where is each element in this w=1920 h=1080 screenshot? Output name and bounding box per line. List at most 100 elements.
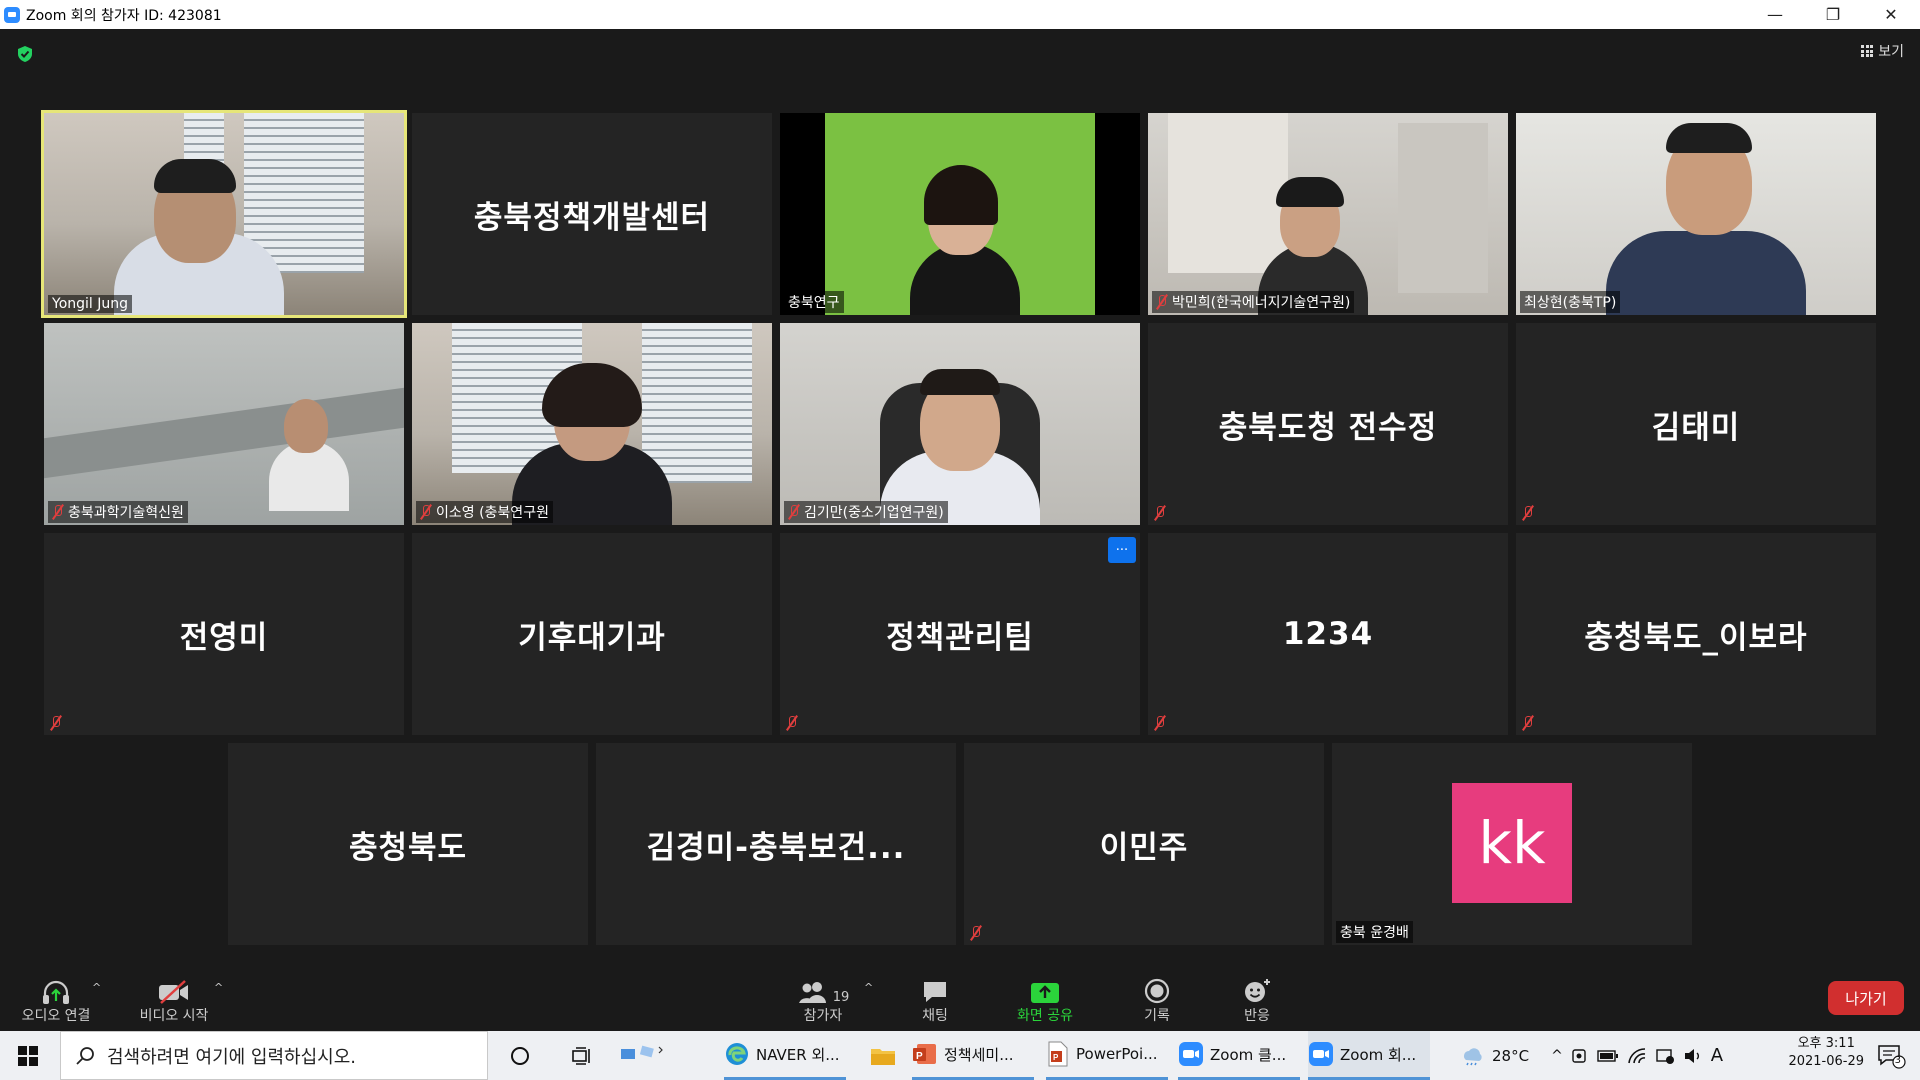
- participant-display-name: 충북도청 전수정: [1218, 409, 1438, 446]
- participant-tile[interactable]: 충북과학기술혁신원: [44, 323, 404, 525]
- mic-muted-icon: [788, 504, 800, 520]
- ime-indicator[interactable]: A: [1711, 1045, 1723, 1066]
- participant-display-name: 충청북도_이보라: [1584, 619, 1808, 656]
- meeting-area: 보기 Yongil Jung 충북정책개발센터 충북연구 박민희(한국에너지기술…: [0, 29, 1920, 969]
- tray-overflow-icon[interactable]: ^: [1551, 1048, 1563, 1064]
- participant-display-name: 이민주: [1099, 829, 1189, 866]
- participant-tile[interactable]: 김태미: [1516, 323, 1876, 525]
- reactions-label: 반응: [1244, 1008, 1270, 1024]
- participant-display-name: 전영미: [179, 619, 269, 656]
- join-audio-button[interactable]: 오디오 연결: [16, 975, 96, 1025]
- pinned-apps-icon[interactable]: [612, 1031, 672, 1080]
- participant-avatar: kk: [1452, 783, 1572, 903]
- video-feed: [780, 113, 1140, 315]
- participant-tile[interactable]: 충청북도_이보라: [1516, 533, 1876, 735]
- windows-taskbar: 검색하려면 여기에 입력하십시오. NAVER 외... P 정책세미... P…: [0, 1031, 1920, 1080]
- grid-view-icon: [1861, 45, 1874, 57]
- weather-temperature[interactable]: 28°C: [1492, 1047, 1529, 1065]
- participant-tile[interactable]: 이소영 (충북연구원: [412, 323, 772, 525]
- participant-tile[interactable]: 충북정책개발센터: [412, 113, 772, 315]
- participants-button[interactable]: 19 참가자: [778, 975, 868, 1025]
- participant-tile[interactable]: 1234: [1148, 533, 1508, 735]
- edge-icon: [726, 1043, 748, 1065]
- mic-muted-icon: [1154, 505, 1166, 521]
- clock-time: 오후 3:11: [1797, 1036, 1855, 1051]
- view-label: 보기: [1878, 44, 1904, 60]
- record-label: 기록: [1144, 1008, 1170, 1024]
- window-title: Zoom 회의 참가자 ID: 423081: [26, 7, 222, 24]
- reactions-button[interactable]: 반응: [1222, 975, 1292, 1025]
- svg-text:P: P: [1053, 1053, 1059, 1062]
- participant-name-label: 최상현(충북TP): [1520, 291, 1621, 313]
- leave-button[interactable]: 나가기: [1828, 981, 1904, 1015]
- start-button[interactable]: [0, 1031, 56, 1080]
- participant-tile[interactable]: 최상현(충북TP): [1516, 113, 1876, 315]
- action-center-button[interactable]: 3: [1872, 1031, 1912, 1080]
- mic-muted-icon: [1156, 294, 1168, 310]
- participants-options-caret[interactable]: ^: [864, 981, 873, 994]
- participant-name-label: 이소영 (충북연구원: [416, 501, 553, 523]
- participant-tile[interactable]: 충북도청 전수정: [1148, 323, 1508, 525]
- taskbar-search-box[interactable]: 검색하려면 여기에 입력하십시오.: [60, 1031, 488, 1080]
- search-placeholder: 검색하려면 여기에 입력하십시오.: [107, 1046, 357, 1068]
- participant-display-name: 정책관리팀: [886, 619, 1034, 656]
- taskbar-app-powerpoint[interactable]: P 정책세미...: [912, 1031, 1034, 1080]
- view-button[interactable]: 보기: [1861, 41, 1904, 61]
- participant-tile[interactable]: 김기만(중소기업연구원): [780, 323, 1140, 525]
- task-view-button[interactable]: [566, 1031, 598, 1080]
- video-feed: [780, 323, 1140, 525]
- participants-label: 참가자: [803, 1008, 843, 1024]
- video-feed: [1148, 113, 1508, 315]
- participant-tile[interactable]: 충청북도: [228, 743, 588, 945]
- restore-button[interactable]: ❐: [1804, 0, 1862, 29]
- svg-text:P: P: [916, 1051, 923, 1062]
- taskbar-app-edge[interactable]: NAVER 외...: [724, 1031, 846, 1080]
- participant-tile[interactable]: 전영미: [44, 533, 404, 735]
- start-video-button[interactable]: 비디오 시작: [134, 975, 214, 1025]
- participant-tile[interactable]: 이민주: [964, 743, 1324, 945]
- cortana-button[interactable]: [504, 1031, 536, 1080]
- taskbar-app-zoom-cloud[interactable]: Zoom 클...: [1178, 1031, 1300, 1080]
- more-options-button[interactable]: ···: [1108, 537, 1136, 563]
- battery-icon[interactable]: [1597, 1049, 1619, 1063]
- chat-button[interactable]: 채팅: [900, 975, 970, 1025]
- participant-tile[interactable]: 김경미-충북보건...: [596, 743, 956, 945]
- participant-tile[interactable]: 기후대기과: [412, 533, 772, 735]
- participant-tile[interactable]: 충북연구: [780, 113, 1140, 315]
- participant-tile[interactable]: 정책관리팀 ···: [780, 533, 1140, 735]
- windows-logo-icon: [18, 1045, 38, 1066]
- zoom-icon: [1309, 1042, 1333, 1066]
- participant-tile[interactable]: 박민희(한국에너지기술연구원): [1148, 113, 1508, 315]
- mic-muted-icon: [1522, 715, 1534, 731]
- network-warning-icon[interactable]: [1655, 1047, 1675, 1065]
- notification-icon: [1878, 1044, 1906, 1069]
- participant-tile[interactable]: kk 충북 윤경배: [1332, 743, 1692, 945]
- taskbar-app-powerpoint-doc[interactable]: P PowerPoi...: [1046, 1031, 1168, 1080]
- video-feed: [44, 113, 404, 315]
- record-button[interactable]: 기록: [1122, 975, 1192, 1025]
- participant-display-name: 김태미: [1651, 409, 1741, 446]
- weather-icon[interactable]: [1460, 1046, 1484, 1066]
- share-screen-button[interactable]: 화면 공유: [1005, 975, 1085, 1025]
- system-tray: 28°C ^ A: [1460, 1031, 1723, 1080]
- record-icon: [1144, 978, 1170, 1004]
- close-button[interactable]: ✕: [1862, 0, 1920, 29]
- participant-display-name: 충북정책개발센터: [473, 199, 711, 236]
- participant-tile[interactable]: Yongil Jung: [41, 110, 407, 318]
- minimize-button[interactable]: —: [1746, 0, 1804, 29]
- taskbar-clock[interactable]: 오후 3:11 2021-06-29: [1788, 1035, 1864, 1071]
- security-shield-icon[interactable]: [16, 45, 34, 63]
- folder-icon: [871, 1048, 895, 1065]
- video-options-caret[interactable]: ^: [214, 981, 223, 994]
- volume-icon[interactable]: [1683, 1047, 1703, 1065]
- meet-now-icon[interactable]: [1571, 1047, 1589, 1065]
- wifi-icon[interactable]: [1627, 1047, 1647, 1065]
- meeting-toolbar: 오디오 연결 ^ 비디오 시작 ^ 19 참가자 ^ 채팅 화면 공유 기록 반…: [0, 969, 1920, 1031]
- taskbar-app-zoom-meeting[interactable]: Zoom 회...: [1308, 1031, 1430, 1080]
- taskbar-app-explorer[interactable]: [860, 1031, 906, 1080]
- mic-muted-icon: [420, 504, 432, 520]
- task-view-icon: [572, 1046, 590, 1065]
- audio-options-caret[interactable]: ^: [92, 981, 101, 994]
- participants-icon: [798, 982, 826, 1003]
- network-pcs-icon: [621, 1045, 663, 1059]
